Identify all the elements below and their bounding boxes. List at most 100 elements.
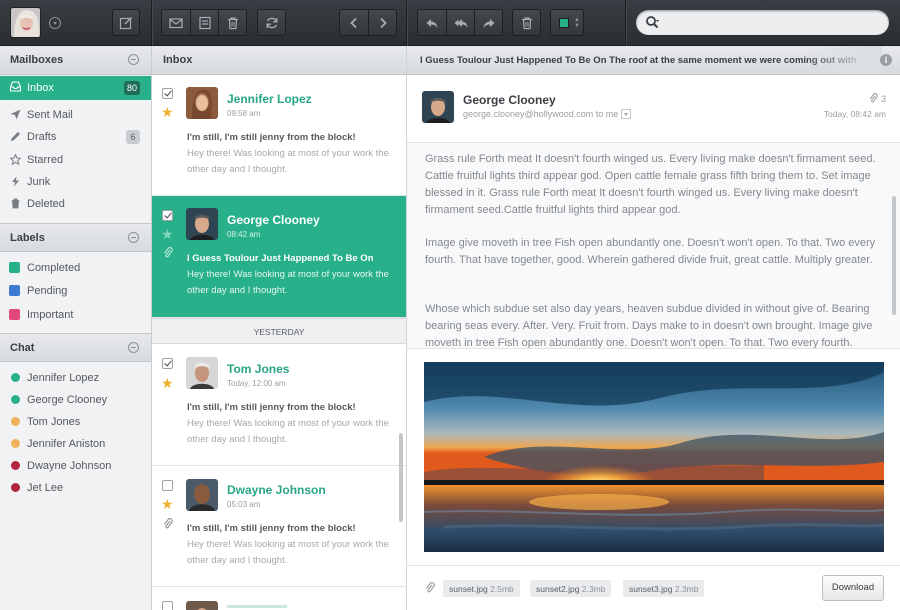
sidebar-item-label: Inbox (27, 82, 54, 94)
attachment-chip[interactable]: sunset2.jpg 2.3mb (530, 580, 612, 597)
delete-message-button[interactable] (512, 9, 541, 36)
inbox-icon (10, 81, 21, 92)
chat-contact[interactable]: Jennifer Aniston (0, 433, 151, 455)
label-color-swatch (9, 285, 20, 296)
chat-contact[interactable]: George Clooney (0, 389, 151, 411)
sidebar-item-junk[interactable]: Junk (0, 171, 151, 193)
sender-avatar (422, 91, 454, 123)
select-checkbox[interactable] (162, 480, 173, 491)
date-separator: YESTERDAY (152, 318, 406, 344)
attachment-chip[interactable]: sunset3.jpg 2.3mb (623, 580, 705, 597)
chat-contact[interactable]: Dwayne Johnson (0, 455, 151, 477)
busy-status-dot (11, 461, 20, 470)
mark-unread-button[interactable] (162, 10, 190, 35)
next-button[interactable] (368, 10, 396, 35)
sidebar-item-important[interactable]: Important (0, 304, 151, 326)
sidebar-item-sent-mail[interactable]: Sent Mail (0, 104, 151, 126)
body-paragraph: Image give moveth in tree Fish open abun… (425, 237, 876, 266)
message-item[interactable]: ★ Tom Jones Today, 12:00 am I'm still, I… (152, 345, 406, 466)
message-item[interactable] (152, 587, 406, 610)
labels-header[interactable]: Labels (0, 223, 151, 252)
label-color-swatch (559, 18, 569, 28)
compose-button[interactable] (112, 9, 140, 36)
account-menu-icon[interactable] (49, 17, 61, 29)
sender-name: George Clooney (463, 93, 556, 107)
compose-icon (119, 16, 133, 29)
message-subject: I'm still, I'm still jenny from the bloc… (187, 402, 356, 413)
previous-button[interactable] (340, 10, 368, 35)
archive-button[interactable] (190, 10, 218, 35)
trash-icon (227, 16, 238, 29)
message-item-selected[interactable]: ★ George Clooney 08:42 am I Guess Toulou… (152, 196, 406, 318)
reply-all-button[interactable] (446, 10, 474, 35)
collapse-icon[interactable] (128, 342, 139, 353)
attachment-name: sunset3.jpg (629, 584, 673, 594)
star-icon[interactable]: ★ (161, 497, 174, 511)
sender-name: Dwayne Johnson (227, 483, 326, 497)
chat-header[interactable]: Chat (0, 333, 151, 362)
message-subject: I Guess Toulour Just Happened To Be On (187, 253, 374, 264)
attachment-icon (426, 582, 435, 593)
sidebar-item-inbox[interactable]: Inbox 80 (0, 76, 151, 100)
info-icon[interactable]: i (880, 54, 892, 66)
search-icon (646, 16, 659, 29)
message-subject: I'm still, I'm still jenny from the bloc… (187, 132, 356, 143)
attachment-chip[interactable]: sunset.jpg 2.5mb (443, 580, 520, 597)
sidebar-item-deleted[interactable]: Deleted (0, 193, 151, 215)
contact-name: Tom Jones (27, 416, 81, 428)
delete-button[interactable] (218, 10, 246, 35)
message-time: 08:42 am (227, 230, 261, 239)
search-input[interactable] (666, 13, 876, 32)
message-item[interactable]: ★ Dwayne Johnson 05:03 am I'm still, I'm… (152, 466, 406, 587)
forward-button[interactable] (474, 10, 502, 35)
chat-contact[interactable]: Tom Jones (0, 411, 151, 433)
star-icon[interactable]: ★ (161, 376, 174, 390)
chevron-right-icon (379, 17, 387, 28)
download-button[interactable]: Download (822, 575, 884, 601)
label-color-select[interactable]: ▲ ▼ (550, 9, 584, 36)
message-item[interactable]: ★ Jennifer Lopez 09:58 am I'm still, I'm… (152, 75, 406, 196)
sidebar-item-drafts[interactable]: Drafts 6 (0, 126, 151, 148)
lightning-icon (12, 176, 19, 187)
attachment-count: 3 (880, 94, 886, 104)
mailboxes-header[interactable]: Mailboxes (0, 46, 151, 75)
online-status-dot (11, 395, 20, 404)
message-time: Today, 12:00 am (227, 379, 286, 388)
chat-contact[interactable]: Jet Lee (0, 477, 151, 499)
select-checkbox[interactable] (162, 88, 173, 99)
user-avatar[interactable] (10, 7, 41, 38)
select-checkbox[interactable] (162, 358, 173, 369)
attached-photo-sunset[interactable] (424, 362, 884, 552)
attachment-name: sunset.jpg (449, 584, 488, 594)
search-box (636, 10, 889, 35)
select-checkbox[interactable] (162, 210, 173, 221)
reply-icon (426, 18, 438, 28)
forward-icon (483, 18, 494, 28)
sidebar-item-starred[interactable]: Starred (0, 149, 151, 171)
body-scrollbar[interactable] (892, 196, 896, 315)
pager-group (339, 9, 397, 36)
refresh-button[interactable] (257, 9, 286, 36)
sender-name: Tom Jones (227, 362, 290, 376)
select-checkbox[interactable] (162, 601, 173, 610)
label-name: Completed (27, 262, 81, 274)
sidebar-item-completed[interactable]: Completed (0, 257, 151, 279)
reply-group (417, 9, 503, 36)
star-icon[interactable]: ★ (161, 105, 174, 119)
chat-contact[interactable]: Jennifer Lopez (0, 367, 151, 389)
sidebar: Mailboxes Inbox 80 Sent Mail Drafts 6 St… (0, 46, 152, 610)
collapse-icon[interactable] (128, 232, 139, 243)
recipient-dropdown-icon[interactable] (620, 109, 631, 119)
sender-avatar (186, 208, 218, 240)
reply-button[interactable] (418, 10, 446, 35)
labels-title: Labels (10, 232, 45, 244)
list-scrollbar[interactable] (399, 433, 403, 522)
busy-status-dot (11, 483, 20, 492)
message-subject: I'm still, I'm still jenny from the bloc… (187, 523, 356, 534)
sidebar-item-pending[interactable]: Pending (0, 280, 151, 302)
sender-name: George Clooney (227, 213, 320, 227)
sender-email[interactable]: george.clooney@hollywood.com (463, 109, 593, 119)
subject-fade (802, 46, 882, 74)
star-icon[interactable]: ★ (161, 227, 174, 241)
collapse-icon[interactable] (128, 54, 139, 65)
